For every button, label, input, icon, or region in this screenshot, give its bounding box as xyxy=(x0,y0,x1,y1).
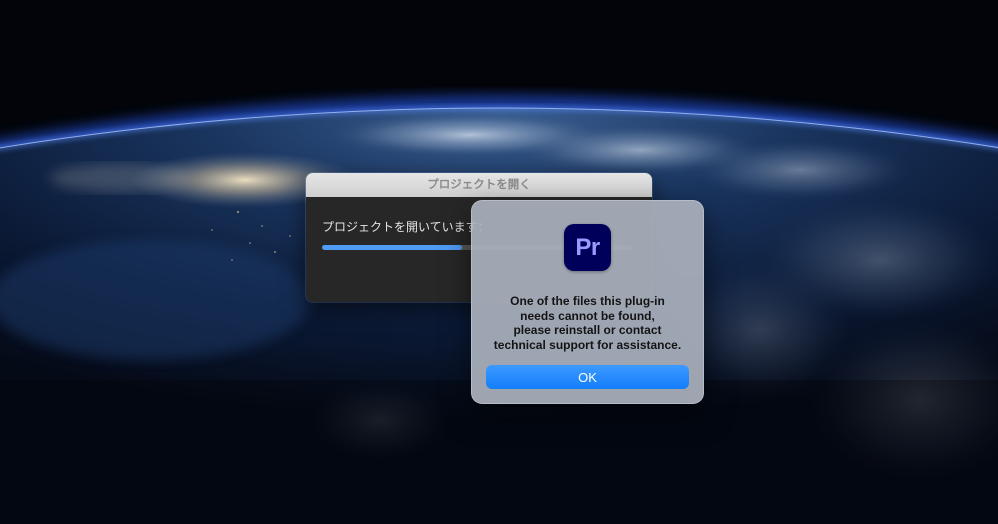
premiere-pro-app-icon: Pr xyxy=(564,224,611,271)
desktop: プロジェクトを開く プロジェクトを開いています： Pr One of the f… xyxy=(0,0,998,524)
progress-status-label: プロジェクトを開いています： xyxy=(322,220,490,234)
progress-bar-fill xyxy=(322,245,462,250)
progress-window-title: プロジェクトを開く xyxy=(306,173,652,197)
app-icon-label: Pr xyxy=(575,233,600,261)
alert-message-line: One of the files this plug-in xyxy=(510,294,665,308)
alert-message: One of the files this plug-in needs cann… xyxy=(482,294,693,352)
alert-message-line: please reinstall or contact xyxy=(513,323,662,337)
alert-message-line: technical support for assistance. xyxy=(493,337,682,352)
alert-message-line: needs cannot be found, xyxy=(520,308,655,323)
ok-button[interactable]: OK xyxy=(486,365,689,389)
plugin-error-alert: Pr One of the files this plug-in needs c… xyxy=(471,200,704,404)
